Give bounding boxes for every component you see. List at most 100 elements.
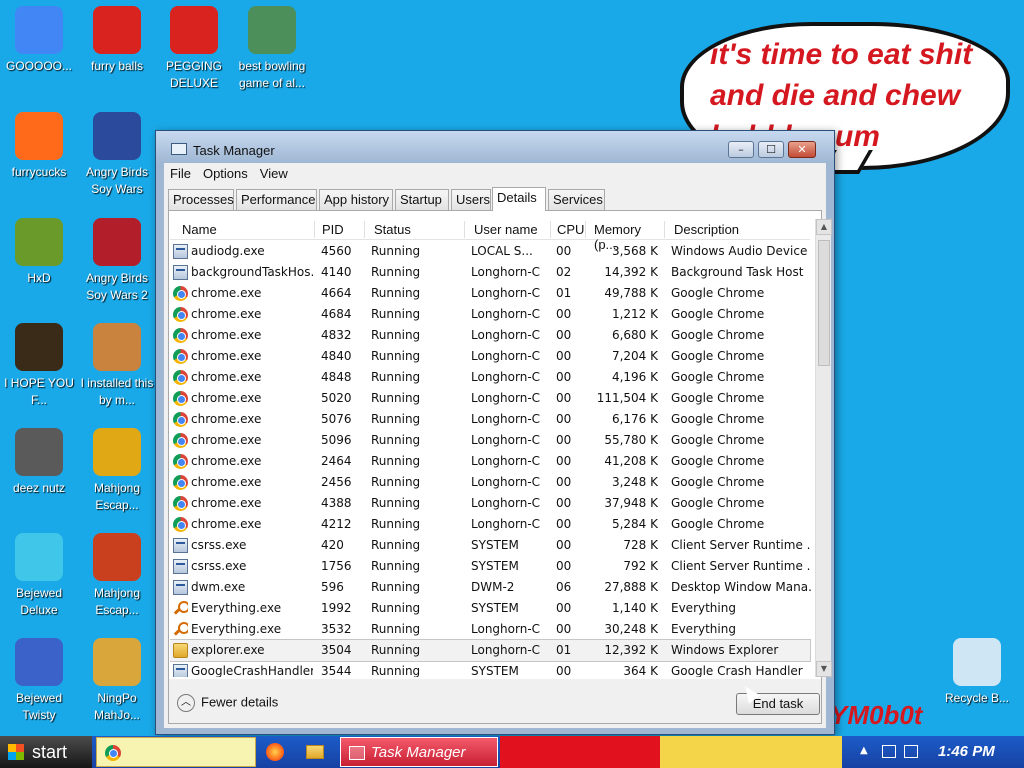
fewer-details-label: Fewer details bbox=[201, 694, 279, 710]
menu-view[interactable]: View bbox=[254, 163, 294, 181]
desktop-shortcut[interactable]: GOOOOO... bbox=[0, 6, 78, 75]
menu-file[interactable]: File bbox=[164, 163, 197, 181]
network-icon[interactable] bbox=[882, 745, 896, 758]
table-row[interactable]: Everything.exe 1992 Running SYSTEM 00 1,140 K… bbox=[170, 598, 810, 619]
tab-services[interactable]: Services bbox=[548, 189, 605, 210]
table-row[interactable]: explorer.exe 3504 Running Longhorn-C 01 12,39… bbox=[170, 639, 811, 662]
vertical-scrollbar[interactable]: ▲ ▼ bbox=[815, 219, 832, 677]
process-cpu: 00 bbox=[556, 538, 572, 552]
start-button[interactable]: start bbox=[0, 736, 92, 768]
process-pid: 4388 bbox=[321, 496, 352, 510]
minimize-button[interactable]: – bbox=[728, 141, 754, 158]
taskbar-firefox-icon[interactable] bbox=[266, 743, 284, 761]
table-row[interactable]: chrome.exe 5076 Running Longhorn-C 00 6,176 K… bbox=[170, 409, 810, 430]
clock[interactable]: 1:46 PM bbox=[938, 743, 995, 760]
desktop-shortcut[interactable]: deez nutz bbox=[0, 428, 78, 497]
table-row[interactable]: chrome.exe 5096 Running Longhorn-C 00 55,780 … bbox=[170, 430, 810, 451]
angry-birds-star-wars-2-icon bbox=[93, 218, 141, 266]
table-row[interactable]: chrome.exe 4664 Running Longhorn-C 01 49,788 … bbox=[170, 283, 810, 304]
tab-processes[interactable]: Processes bbox=[168, 189, 234, 210]
table-row[interactable]: backgroundTaskHos... 4140 Running Longhorn-… bbox=[170, 262, 810, 283]
desktop-shortcut[interactable]: best bowling game of al... bbox=[233, 6, 311, 92]
desktop-shortcut[interactable]: Mahjong Escap... bbox=[78, 533, 156, 619]
desktop-shortcut[interactable]: Angry Birds Soy Wars 2 bbox=[78, 218, 156, 304]
show-hidden-icons-icon[interactable]: ▲ bbox=[860, 745, 868, 756]
scroll-thumb[interactable] bbox=[818, 240, 830, 366]
process-name: csrss.exe bbox=[191, 559, 247, 573]
desktop-shortcut[interactable]: HxD bbox=[0, 218, 78, 287]
desktop-shortcut[interactable]: furrycucks bbox=[0, 112, 78, 181]
desktop-shortcut[interactable]: I installed this by m... bbox=[78, 323, 156, 409]
table-row[interactable]: audiodg.exe 4560 Running LOCAL S... 00 3,568 … bbox=[170, 241, 811, 262]
column-divider[interactable] bbox=[464, 221, 465, 238]
table-row[interactable]: chrome.exe 4840 Running Longhorn-C 00 7,204 K… bbox=[170, 346, 810, 367]
details-panel: Name PID Status User name CPU Memory (p.… bbox=[168, 210, 832, 724]
desktop-shortcut[interactable]: furry balls bbox=[78, 6, 156, 75]
table-row[interactable]: GoogleCrashHandler... 3544 Running SYSTEM 00… bbox=[170, 661, 810, 677]
taskbar-task-manager-label: Task Manager bbox=[371, 744, 466, 761]
tab-users[interactable]: Users bbox=[451, 189, 491, 210]
process-description: Windows Explorer bbox=[671, 643, 779, 657]
table-row[interactable]: chrome.exe 4212 Running Longhorn-C 00 5,284 K… bbox=[170, 514, 810, 535]
process-memory: 5,284 K bbox=[611, 517, 658, 531]
title-bar[interactable]: Task Manager – ☐ ✕ bbox=[156, 131, 834, 163]
table-row[interactable]: chrome.exe 4848 Running Longhorn-C 00 4,196 K… bbox=[170, 367, 810, 388]
table-row[interactable]: dwm.exe 596 Running DWM-2 06 27,888 K Desktop … bbox=[170, 577, 811, 598]
desktop-shortcut[interactable]: Bejewed Twisty bbox=[0, 638, 78, 724]
process-pid: 4832 bbox=[321, 328, 352, 342]
taskbar-chrome-button[interactable] bbox=[96, 737, 256, 767]
process-name: chrome.exe bbox=[191, 370, 262, 384]
desktop-shortcut[interactable]: Angry Birds Soy Wars bbox=[78, 112, 156, 198]
process-status: Running bbox=[371, 412, 421, 426]
task-manager-icon bbox=[171, 143, 187, 155]
column-name[interactable]: Name bbox=[182, 222, 304, 237]
process-memory: 41,208 K bbox=[604, 454, 658, 468]
column-divider[interactable] bbox=[585, 221, 586, 238]
desktop-shortcut[interactable]: Mahjong Escap... bbox=[78, 428, 156, 514]
taskbar-task-manager-button[interactable]: Task Manager bbox=[340, 737, 498, 767]
tab-details[interactable]: Details bbox=[492, 187, 546, 211]
tab-app-history[interactable]: App history bbox=[319, 189, 393, 210]
maximize-button[interactable]: ☐ bbox=[758, 141, 784, 158]
fewer-details-button[interactable]: ︿ Fewer details bbox=[177, 694, 278, 712]
taskbar-explorer-icon[interactable] bbox=[306, 745, 324, 759]
desktop-shortcut[interactable]: Bejewed Deluxe bbox=[0, 533, 78, 619]
column-divider[interactable] bbox=[364, 221, 365, 238]
table-row[interactable]: Everything.exe 3532 Running Longhorn-C 00 30,… bbox=[170, 619, 810, 640]
process-status: Running bbox=[371, 622, 421, 636]
column-description[interactable]: Description bbox=[674, 222, 814, 237]
desktop-shortcut[interactable]: I HOPE YOU F... bbox=[0, 323, 78, 409]
column-divider[interactable] bbox=[314, 221, 315, 238]
tab-performance[interactable]: Performance bbox=[236, 189, 317, 210]
process-pid: 4212 bbox=[321, 517, 352, 531]
desktop-shortcut[interactable]: Recycle B... bbox=[938, 638, 1016, 707]
desktop-shortcut[interactable]: PEGGING DELUXE bbox=[155, 6, 233, 92]
scroll-down-icon[interactable]: ▼ bbox=[816, 661, 832, 677]
table-row[interactable]: chrome.exe 4388 Running Longhorn-C 00 37,948 … bbox=[170, 493, 810, 514]
table-row[interactable]: csrss.exe 1756 Running SYSTEM 00 792 K Client … bbox=[170, 556, 811, 577]
de-app-icon bbox=[15, 323, 63, 371]
close-button[interactable]: ✕ bbox=[788, 141, 816, 158]
menu-options[interactable]: Options bbox=[197, 163, 254, 181]
table-row[interactable]: csrss.exe 420 Running SYSTEM 00 728 K Client S… bbox=[170, 535, 811, 556]
table-row[interactable]: chrome.exe 2456 Running Longhorn-C 00 3,248 K… bbox=[170, 472, 810, 493]
table-row[interactable]: chrome.exe 4832 Running Longhorn-C 00 6,680 K… bbox=[170, 325, 810, 346]
process-name: Everything.exe bbox=[191, 601, 282, 615]
column-pid[interactable]: PID bbox=[322, 222, 362, 237]
column-user-name[interactable]: User name bbox=[474, 222, 546, 237]
tab-startup[interactable]: Startup bbox=[395, 189, 449, 210]
column-divider[interactable] bbox=[664, 221, 665, 238]
process-status: Running bbox=[371, 433, 421, 447]
volume-icon[interactable] bbox=[904, 745, 918, 758]
column-status[interactable]: Status bbox=[374, 222, 464, 237]
process-user: Longhorn-C bbox=[471, 328, 541, 342]
table-row[interactable]: chrome.exe 2464 Running Longhorn-C 00 41,208 … bbox=[170, 451, 810, 472]
table-row[interactable]: chrome.exe 5020 Running Longhorn-C 00 111,504… bbox=[170, 388, 810, 409]
scroll-up-icon[interactable]: ▲ bbox=[816, 219, 832, 235]
column-cpu[interactable]: CPU bbox=[557, 222, 587, 237]
minimize-icon: – bbox=[738, 143, 744, 156]
column-divider[interactable] bbox=[550, 221, 551, 238]
table-row[interactable]: chrome.exe 4684 Running Longhorn-C 00 1,212 K… bbox=[170, 304, 810, 325]
process-description: Desktop Window Mana... bbox=[671, 580, 811, 594]
desktop-shortcut[interactable]: NingPo MahJo... bbox=[78, 638, 156, 724]
